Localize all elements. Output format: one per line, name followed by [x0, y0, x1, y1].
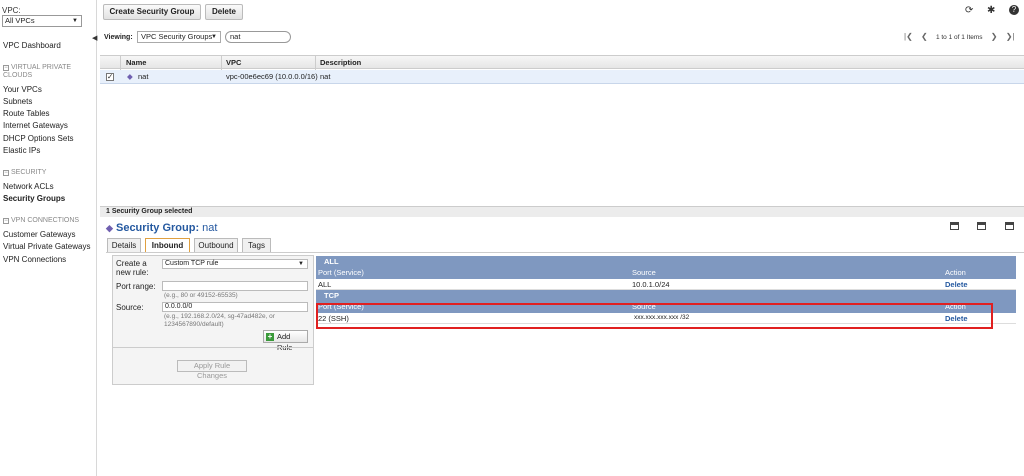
apply-area: Apply Rule Changes: [112, 347, 314, 385]
add-rule-button[interactable]: + Add Rule: [263, 330, 308, 352]
cell-name: nat: [138, 72, 149, 81]
collapse-icon[interactable]: −: [3, 65, 9, 71]
chevron-down-icon: ▼: [211, 34, 217, 40]
sidebar-section-title: SECURITY: [11, 169, 47, 176]
sidebar-item-internet-gateways[interactable]: Internet Gateways: [3, 121, 68, 130]
sidebar-section-vpn[interactable]: − VPN CONNECTIONS: [3, 217, 79, 225]
source-label: Source:: [116, 303, 144, 312]
sidebar-section-title: VPN CONNECTIONS: [11, 217, 80, 224]
chevron-down-icon: ▼: [298, 261, 304, 267]
first-page-icon[interactable]: |❮: [904, 32, 913, 41]
rule-port: ALL: [318, 280, 332, 289]
pane-bottom-icon[interactable]: [950, 222, 959, 230]
sidebar-item-vpn-connections[interactable]: VPN Connections: [3, 255, 66, 264]
tab-divider: [106, 252, 1024, 253]
vpc-filter-label: VPC:: [2, 6, 21, 15]
sidebar-section-vpc[interactable]: − VIRTUAL PRIVATE CLOUDS: [3, 64, 71, 80]
plus-icon: +: [266, 332, 274, 341]
gear-icon[interactable]: ✱: [987, 5, 995, 16]
sidebar-item-security-groups[interactable]: Security Groups: [3, 194, 65, 203]
tab-tags[interactable]: Tags: [242, 238, 271, 252]
apply-rule-changes-button[interactable]: Apply Rule Changes: [177, 360, 247, 380]
last-page-icon[interactable]: ❯|: [1006, 32, 1015, 41]
column-header-name[interactable]: Name: [126, 58, 146, 67]
column-header-source: Source: [632, 268, 656, 277]
security-group-icon: ◆: [127, 72, 133, 81]
sidebar-item-dhcp-options-sets[interactable]: DHCP Options Sets: [3, 134, 74, 143]
create-rule-label-2: new rule:: [116, 268, 149, 277]
source-input[interactable]: 0.0.0.0/0: [162, 302, 308, 312]
rule-group-name: ALL: [324, 257, 339, 266]
port-range-label: Port range:: [116, 282, 156, 291]
rule-type-select[interactable]: Custom TCP rule ▼: [162, 259, 308, 269]
port-range-input[interactable]: [162, 281, 308, 291]
search-input[interactable]: nat: [225, 31, 291, 43]
delete-rule-link[interactable]: Delete: [945, 280, 968, 289]
vpc-filter-value: All VPCs: [5, 16, 35, 25]
sidebar-section-title: VIRTUAL PRIVATE: [11, 64, 72, 71]
next-page-icon[interactable]: ❯: [991, 32, 998, 41]
collapse-sidebar-icon[interactable]: ◀: [92, 34, 97, 42]
pager: |❮ ❮ 1 to 1 of 1 Items ❯ ❯|: [904, 32, 1021, 41]
tab-inbound[interactable]: Inbound: [145, 238, 190, 253]
selection-count: 1 Security Group selected: [106, 208, 193, 215]
port-range-hint: (e.g., 80 or 49152-65535): [164, 292, 238, 299]
source-hint-2: 1234567890/default): [164, 321, 224, 328]
sidebar-item-your-vpcs[interactable]: Your VPCs: [3, 85, 42, 94]
column-header-vpc[interactable]: VPC: [226, 58, 241, 67]
view-filter-value: VPC Security Groups: [141, 32, 213, 41]
prev-page-icon[interactable]: ❮: [921, 32, 928, 41]
cell-vpc: vpc-00e6ec69 (10.0.0.0/16): [226, 72, 318, 81]
collapse-icon[interactable]: −: [3, 218, 9, 224]
help-icon[interactable]: ?: [1009, 5, 1019, 15]
sidebar-item-vpc-dashboard[interactable]: VPC Dashboard: [3, 41, 61, 50]
pane-maximize-icon[interactable]: [1005, 222, 1014, 230]
sidebar-item-network-acls[interactable]: Network ACLs: [3, 182, 54, 191]
sidebar-item-subnets[interactable]: Subnets: [3, 97, 32, 106]
create-rule-label: Create a: [116, 259, 147, 268]
selection-bar[interactable]: 1 Security Group selected: [100, 206, 1024, 217]
pane-split-icon[interactable]: [977, 222, 986, 230]
detail-title: ◆ Security Group: nat: [106, 222, 217, 234]
refresh-icon[interactable]: ⟳: [965, 5, 973, 16]
highlight-annotation-box: [316, 303, 993, 329]
chevron-down-icon: ▼: [72, 18, 78, 24]
rule-row: ALL 10.0.1.0/24 Delete: [316, 279, 1016, 290]
sidebar-section-title-line2: CLOUDS: [3, 72, 33, 79]
row-checkbox[interactable]: ✓: [106, 73, 114, 81]
viewing-label: Viewing:: [104, 34, 133, 41]
rule-type-value: Custom TCP rule: [165, 260, 219, 267]
sidebar-section-security[interactable]: − SECURITY: [3, 169, 46, 177]
cell-description: nat: [320, 72, 331, 81]
column-header-description[interactable]: Description: [320, 58, 361, 67]
sidebar: VPC: All VPCs ▼ VPC Dashboard − VIRTUAL P…: [0, 0, 97, 476]
sidebar-item-virtual-private-gateways[interactable]: Virtual Private Gateways: [3, 242, 90, 251]
source-hint: (e.g., 192.168.2.0/24, sg-47ad482e, or: [164, 313, 275, 320]
rule-group-header-all: ALL Port (Service) Source Action: [316, 256, 1016, 280]
delete-button[interactable]: Delete: [205, 4, 243, 20]
sidebar-item-route-tables[interactable]: Route Tables: [3, 109, 50, 118]
security-group-icon: ◆: [106, 223, 113, 233]
table-row[interactable]: ✓ ◆ nat vpc-00e6ec69 (10.0.0.0/16) nat: [100, 70, 1024, 84]
vpc-filter-select[interactable]: All VPCs ▼: [2, 15, 82, 27]
detail-title-name: nat: [202, 222, 218, 234]
tab-outbound[interactable]: Outbound: [194, 238, 238, 252]
pager-text: 1 to 1 of 1 Items: [935, 34, 983, 41]
create-security-group-button[interactable]: Create Security Group: [103, 4, 201, 20]
column-header-action: Action: [945, 268, 966, 277]
rule-source: 10.0.1.0/24: [632, 280, 670, 289]
sidebar-item-elastic-ips[interactable]: Elastic IPs: [3, 146, 40, 155]
tab-details[interactable]: Details: [107, 238, 141, 252]
sidebar-item-customer-gateways[interactable]: Customer Gateways: [3, 230, 75, 239]
collapse-icon[interactable]: −: [3, 170, 9, 176]
column-header-port: Port (Service): [318, 268, 364, 277]
detail-title-prefix: Security Group:: [115, 222, 200, 234]
rule-group-name: TCP: [324, 291, 339, 300]
view-filter-select[interactable]: VPC Security Groups ▼: [137, 31, 221, 43]
table-header: Name VPC Description: [100, 55, 1024, 70]
